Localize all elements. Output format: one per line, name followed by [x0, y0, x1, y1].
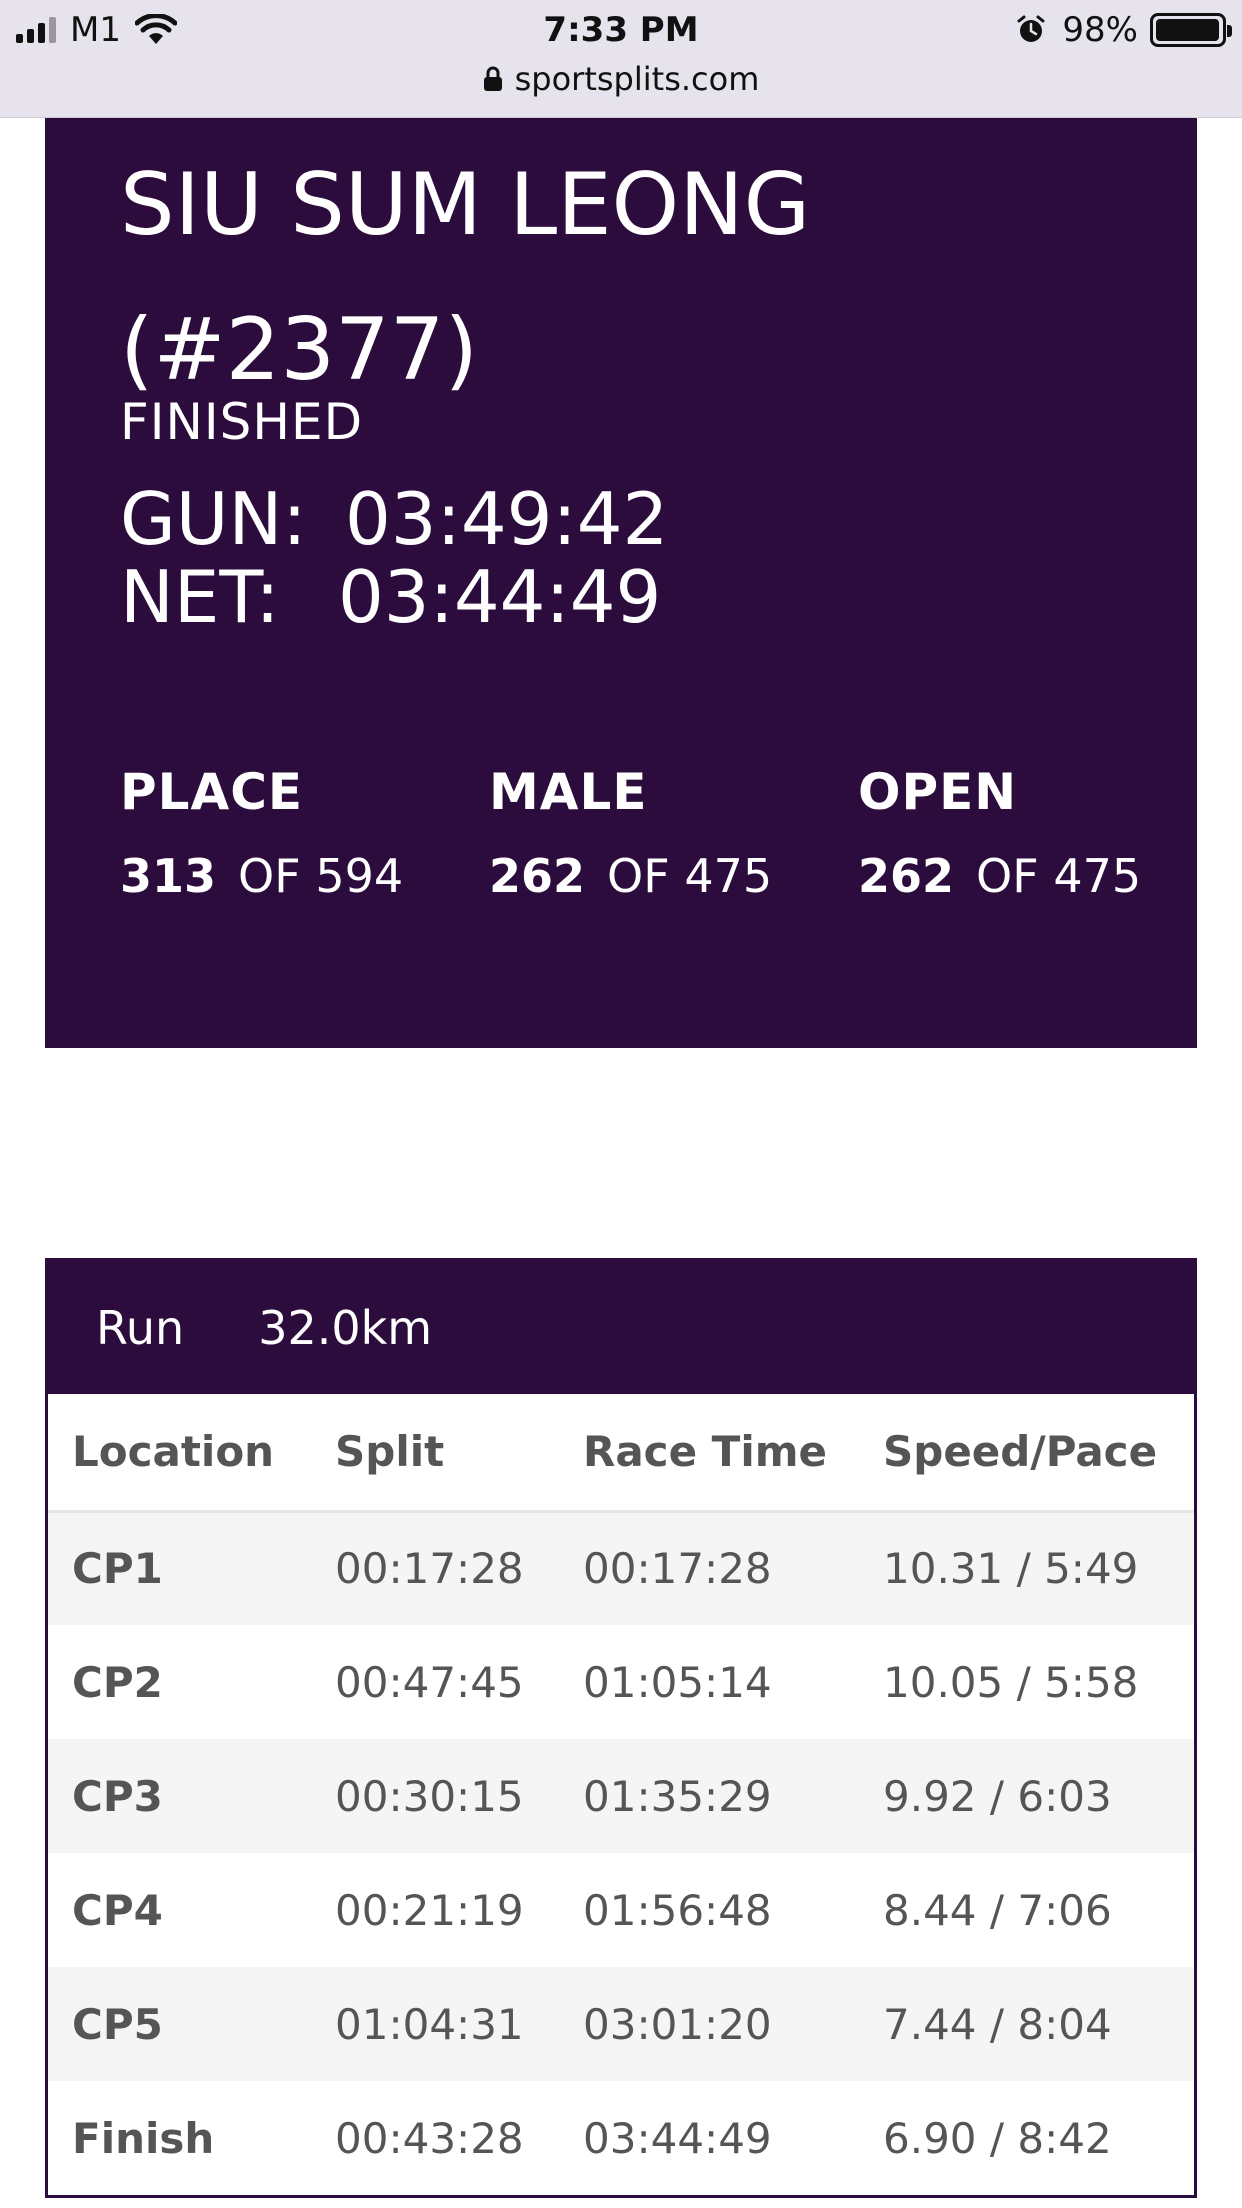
cell-speed-pace: 10.31 / 5:49 — [883, 1544, 1139, 1594]
cell-race-time: 01:35:29 — [583, 1771, 772, 1821]
cell-split: 01:04:31 — [335, 1999, 524, 2049]
rank-title: MALE — [489, 763, 648, 821]
net-time-row: NET: 03:44:49 — [120, 558, 661, 636]
cell-race-time: 03:01:20 — [583, 1999, 772, 2049]
table-row: CP2 00:47:45 01:05:14 10.05 / 5:58 — [48, 1625, 1194, 1739]
cell-speed-pace: 7.44 / 8:04 — [883, 1999, 1112, 2049]
cell-location: CP5 — [72, 1999, 163, 2049]
rank-number: 262 — [489, 849, 586, 903]
gun-time-value: 03:49:42 — [345, 477, 669, 561]
rank-total: OF 475 — [607, 849, 773, 903]
rank-total: OF 475 — [976, 849, 1142, 903]
rank-value: 262 OF 475 — [489, 849, 829, 903]
status-bar: M1 7:33 PM 98% sportsplits.com — [0, 0, 1242, 118]
rank-title: OPEN — [858, 763, 1018, 821]
gun-time-row: GUN: 03:49:42 — [120, 480, 668, 558]
cell-race-time: 00:17:28 — [583, 1544, 772, 1594]
table-row: CP5 01:04:31 03:01:20 7.44 / 8:04 — [48, 1967, 1194, 2081]
table-row: CP3 00:30:15 01:35:29 9.92 / 6:03 — [48, 1739, 1194, 1853]
finish-status: FINISHED — [120, 393, 364, 451]
battery-percent: 98% — [1062, 10, 1138, 50]
net-time-label: NET: — [120, 555, 280, 639]
net-time-value: 03:44:49 — [338, 555, 662, 639]
column-header-race-time: Race Time — [583, 1394, 883, 1513]
athlete-card: SIU SUM LEONG (#2377) FINISHED GUN: 03:49… — [45, 118, 1197, 1048]
url-text: sportsplits.com — [514, 60, 760, 98]
status-right: 98% — [1016, 10, 1232, 50]
battery-fill — [1156, 19, 1219, 41]
rank-value: 262 OF 475 — [858, 849, 1198, 903]
rank-number: 313 — [120, 849, 217, 903]
address-bar[interactable]: sportsplits.com — [0, 60, 1242, 98]
cell-split: 00:47:45 — [335, 1657, 524, 1707]
cell-race-time: 01:56:48 — [583, 1885, 772, 1935]
column-header-speed-pace: Speed/Pace — [883, 1394, 1194, 1513]
rank-total: OF 594 — [238, 849, 404, 903]
cell-location: CP2 — [72, 1657, 163, 1707]
cell-race-time: 03:44:49 — [583, 2113, 772, 2163]
cell-location: Finish — [72, 2113, 215, 2163]
rank-value: 313 OF 594 — [120, 849, 460, 903]
cell-location: CP1 — [72, 1544, 163, 1594]
cell-split: 00:30:15 — [335, 1771, 524, 1821]
alarm-icon — [1017, 15, 1045, 42]
gun-time-label: GUN: — [120, 477, 307, 561]
cell-speed-pace: 10.05 / 5:58 — [883, 1657, 1139, 1707]
column-header-location: Location — [48, 1394, 335, 1513]
table-header-row: Location Split Race Time Speed/Pace — [48, 1394, 1194, 1513]
cell-split: 00:17:28 — [335, 1544, 524, 1594]
athlete-name: SIU SUM LEONG (#2377) — [120, 155, 811, 400]
event-name: Run — [96, 1300, 185, 1355]
rank-number: 262 — [858, 849, 955, 903]
cell-split: 00:21:19 — [335, 1885, 524, 1935]
table-row: CP4 00:21:19 01:56:48 8.44 / 7:06 — [48, 1853, 1194, 1967]
rank-male: MALE 262 OF 475 — [489, 763, 829, 903]
splits-header: Run 32.0km — [48, 1261, 1194, 1394]
cell-split: 00:43:28 — [335, 2113, 524, 2163]
event-distance: 32.0km — [258, 1300, 433, 1355]
splits-table: Location Split Race Time Speed/Pace CP1 … — [48, 1394, 1194, 2195]
column-header-split: Split — [335, 1394, 583, 1513]
table-row: CP1 00:17:28 00:17:28 10.31 / 5:49 — [48, 1511, 1194, 1625]
cell-speed-pace: 9.92 / 6:03 — [883, 1771, 1112, 1821]
cell-location: CP3 — [72, 1771, 163, 1821]
rank-title: PLACE — [120, 763, 304, 821]
lock-icon — [483, 66, 502, 91]
cell-location: CP4 — [72, 1885, 163, 1935]
cell-speed-pace: 6.90 / 8:42 — [883, 2113, 1112, 2163]
rank-place: PLACE 313 OF 594 — [120, 763, 460, 903]
table-row: Finish 00:43:28 03:44:49 6.90 / 8:42 — [48, 2081, 1194, 2195]
cell-speed-pace: 8.44 / 7:06 — [883, 1885, 1112, 1935]
cell-race-time: 01:05:14 — [583, 1657, 772, 1707]
splits-card: Run 32.0km Location Split Race Time Spee… — [45, 1258, 1197, 2198]
rank-open: OPEN 262 OF 475 — [858, 763, 1198, 903]
battery-icon — [1150, 13, 1232, 47]
